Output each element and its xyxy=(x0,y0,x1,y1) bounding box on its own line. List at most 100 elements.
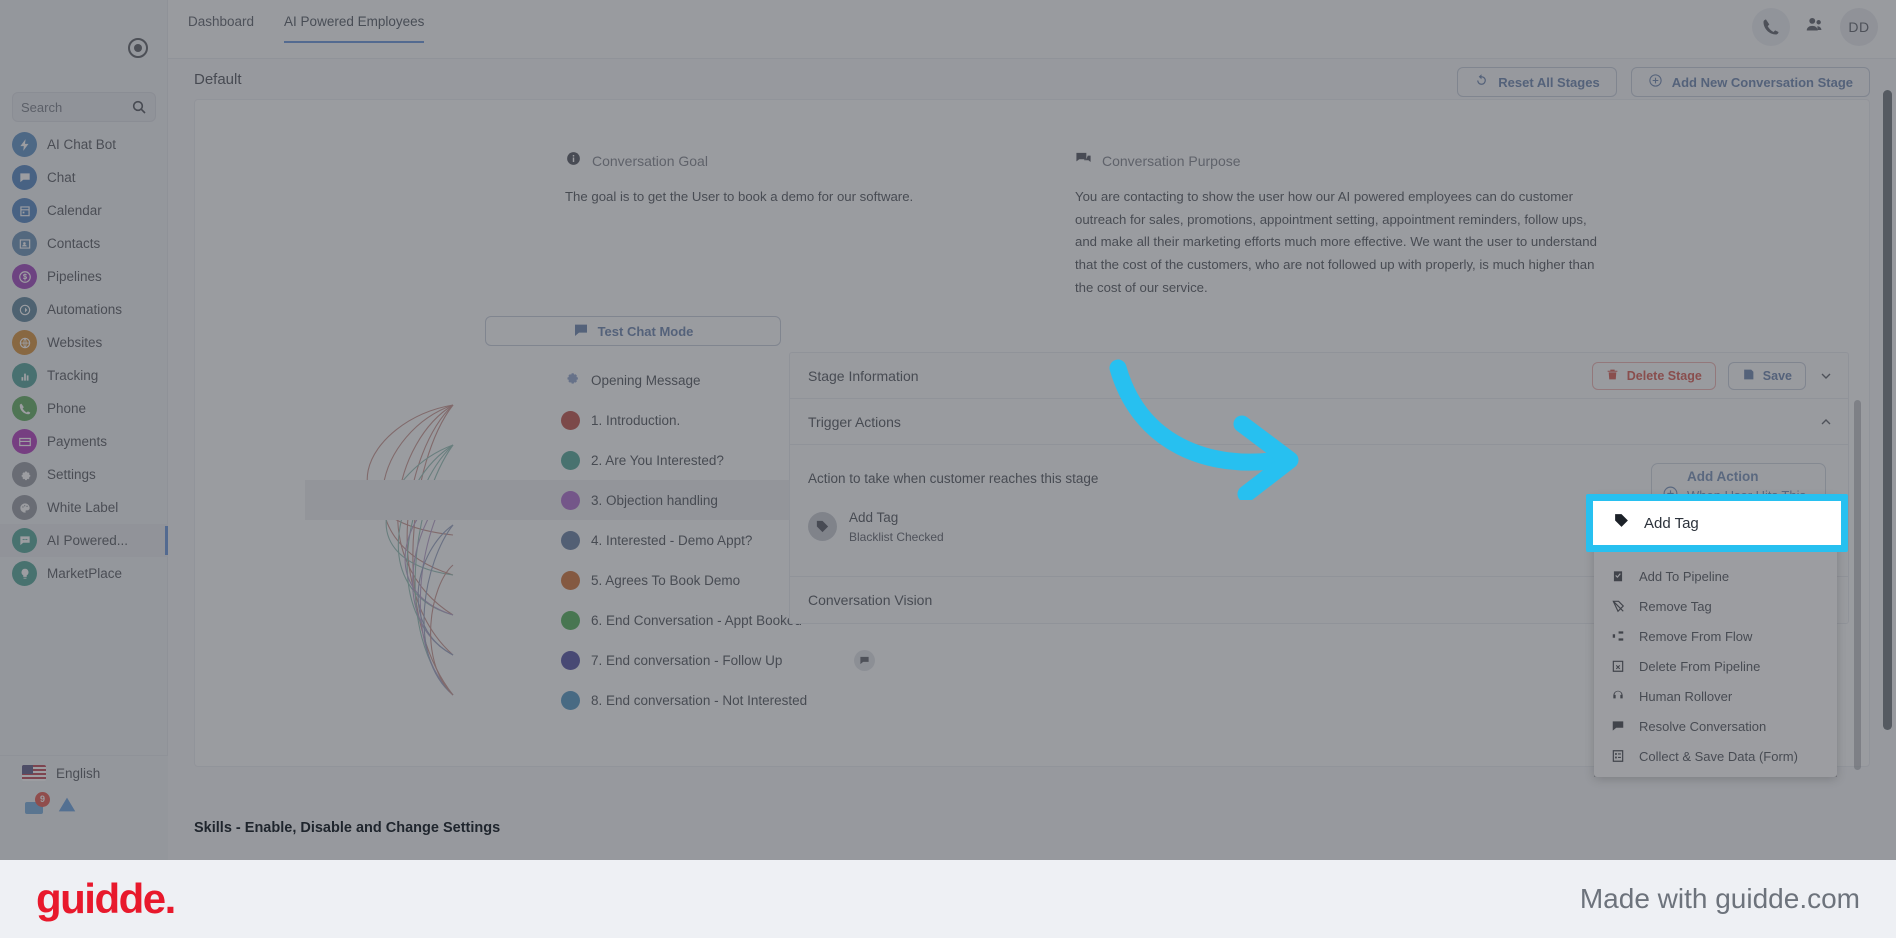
sidebar-item-contacts[interactable]: Contacts xyxy=(0,227,168,260)
sidebar-item-label: MarketPlace xyxy=(47,566,123,581)
stage-information-title: Stage Information xyxy=(808,367,919,384)
tab-ai-powered-employees[interactable]: AI Powered Employees xyxy=(284,14,425,43)
stage-label: Opening Message xyxy=(591,372,701,388)
sidebar-item-marketplace[interactable]: MarketPlace xyxy=(0,557,168,590)
existing-action-subtitle: Blacklist Checked xyxy=(849,529,944,544)
tab-dashboard[interactable]: Dashboard xyxy=(188,14,254,43)
form-icon xyxy=(1610,749,1626,763)
language-selector[interactable]: English xyxy=(0,756,168,790)
collapse-dot-icon xyxy=(134,44,142,52)
test-chat-mode-button[interactable]: Test Chat Mode xyxy=(485,316,781,346)
top-bar: Dashboard AI Powered Employees DD xyxy=(168,0,1896,59)
tab-bar: Dashboard AI Powered Employees xyxy=(188,14,425,43)
pane-scrollbar[interactable] xyxy=(1854,400,1861,770)
save-button[interactable]: Save xyxy=(1727,361,1806,390)
sidebar-item-payments[interactable]: Payments xyxy=(0,425,168,458)
chevron-down-icon[interactable] xyxy=(1818,368,1834,384)
sidebar-item-pipelines[interactable]: Pipelines xyxy=(0,260,168,293)
chevron-up-icon[interactable] xyxy=(1818,414,1834,430)
dropdown-item-collect-save-data[interactable]: Collect & Save Data (Form) xyxy=(1594,741,1837,771)
sidebar-item-label: Pipelines xyxy=(47,269,102,284)
stage-label: 1. Introduction. xyxy=(591,412,681,428)
sidebar-item-label: Chat xyxy=(47,170,76,185)
made-with-guidde-label: Made with guidde.com xyxy=(1579,883,1860,914)
conversation-purpose-text: You are contacting to show the user how … xyxy=(1075,189,1597,295)
dropdown-item-label: Remove Tag xyxy=(1639,598,1712,614)
sidebar-item-websites[interactable]: Websites xyxy=(0,326,168,359)
dropdown-item-label: Add To Pipeline xyxy=(1639,568,1730,584)
card-icon xyxy=(12,429,37,454)
test-chat-mode-label: Test Chat Mode xyxy=(597,323,694,339)
search-input[interactable]: Search xyxy=(12,92,156,122)
notifications-icon[interactable]: 9 xyxy=(22,791,50,821)
sidebar-item-label: AI Chat Bot xyxy=(47,137,117,152)
chat-bubble-icon xyxy=(1075,150,1092,172)
reset-all-stages-button[interactable]: Reset All Stages xyxy=(1457,67,1617,97)
sidebar-bottom: English 9 xyxy=(0,755,168,860)
highlight-box-add-tag[interactable]: Add Tag xyxy=(1586,494,1848,552)
dropdown-item-resolve-conversation[interactable]: Resolve Conversation xyxy=(1594,711,1837,741)
save-icon xyxy=(1742,368,1755,384)
add-new-conversation-stage-label: Add New Conversation Stage xyxy=(1671,74,1853,90)
avatar[interactable]: DD xyxy=(1840,8,1878,46)
sidebar-item-label: Automations xyxy=(47,302,123,317)
highlighted-menu-item[interactable]: Add Tag xyxy=(1593,512,1699,534)
bolt-icon xyxy=(12,132,37,157)
comment-icon xyxy=(1610,719,1626,733)
stage-dot xyxy=(561,570,580,590)
conversation-goal-text: The goal is to get the User to book a de… xyxy=(565,189,914,204)
dropdown-item-remove-from-flow[interactable]: Remove From Flow xyxy=(1594,621,1837,651)
delete-stage-button[interactable]: Delete Stage xyxy=(1591,361,1716,390)
notification-count: 9 xyxy=(35,791,50,807)
existing-action-text: Add Tag Blacklist Checked xyxy=(849,508,944,546)
stage-row-icons xyxy=(854,649,875,671)
highlighted-menu-item-label: Add Tag xyxy=(1644,514,1699,532)
help-icon[interactable] xyxy=(56,794,78,821)
clipboard-check-icon xyxy=(1610,569,1626,583)
dropdown-item-add-to-pipeline[interactable]: Add To Pipeline xyxy=(1594,561,1837,591)
phone-icon[interactable] xyxy=(1752,8,1790,46)
reset-all-stages-label: Reset All Stages xyxy=(1498,74,1600,90)
conversation-goal-header: Conversation Goal xyxy=(565,150,1105,172)
left-sidebar: Search AI Chat Bot Chat Calendar Contact… xyxy=(0,0,168,860)
stage-row[interactable]: 8. End conversation - Not Interested xyxy=(305,680,885,720)
stage-row[interactable]: 7. End conversation - Follow Up xyxy=(305,640,885,680)
dropdown-item-delete-from-pipeline[interactable]: Delete From Pipeline xyxy=(1594,651,1837,681)
sidebar-item-ai-chat-bot[interactable]: AI Chat Bot xyxy=(0,128,168,161)
phone-icon xyxy=(12,396,37,421)
calendar-icon xyxy=(12,198,37,223)
dropdown-item-remove-tag[interactable]: Remove Tag xyxy=(1594,591,1837,621)
info-icon xyxy=(565,150,582,172)
sidebar-item-chat[interactable]: Chat xyxy=(0,161,168,194)
add-action-title: Add Action xyxy=(1687,469,1759,485)
people-icon[interactable] xyxy=(1804,14,1826,41)
sidebar-item-settings[interactable]: Settings xyxy=(0,458,168,491)
sidebar-item-ai-powered-employees[interactable]: AI Powered... xyxy=(0,524,168,557)
sidebar-nav: AI Chat Bot Chat Calendar Contacts Pipel… xyxy=(0,128,168,590)
sidebar-item-tracking[interactable]: Tracking xyxy=(0,359,168,392)
sidebar-item-calendar[interactable]: Calendar xyxy=(0,194,168,227)
sidebar-collapse-toggle[interactable] xyxy=(128,38,148,58)
dropdown-item-label: Delete From Pipeline xyxy=(1639,658,1761,674)
trigger-actions-chevron xyxy=(1818,414,1834,430)
tag-icon xyxy=(1613,512,1630,534)
page-header: Default Reset All Stages Add New Convers… xyxy=(168,59,1896,99)
globe-icon xyxy=(12,330,37,355)
sidebar-item-label: AI Powered... xyxy=(47,533,129,548)
stage-dot xyxy=(561,650,580,670)
page-scrollbar[interactable] xyxy=(1883,90,1892,730)
page-header-actions: Reset All Stages Add New Conversation St… xyxy=(1457,67,1870,97)
dropdown-item-human-rollover[interactable]: Human Rollover xyxy=(1594,681,1837,711)
refresh-icon xyxy=(1474,73,1489,91)
sidebar-item-label: Tracking xyxy=(47,368,99,383)
dropdown-item-label: Human Rollover xyxy=(1639,688,1733,704)
conversation-goal-title: Conversation Goal xyxy=(592,153,708,169)
sidebar-item-phone[interactable]: Phone xyxy=(0,392,168,425)
add-new-conversation-stage-button[interactable]: Add New Conversation Stage xyxy=(1630,67,1870,97)
chart-icon xyxy=(12,363,37,388)
existing-action-title: Add Tag xyxy=(849,510,899,525)
stage-label: 2. Are You Interested? xyxy=(591,452,724,468)
sidebar-item-automations[interactable]: Automations xyxy=(0,293,168,326)
sidebar-badges: 9 xyxy=(0,791,168,821)
sidebar-item-white-label[interactable]: White Label xyxy=(0,491,168,524)
